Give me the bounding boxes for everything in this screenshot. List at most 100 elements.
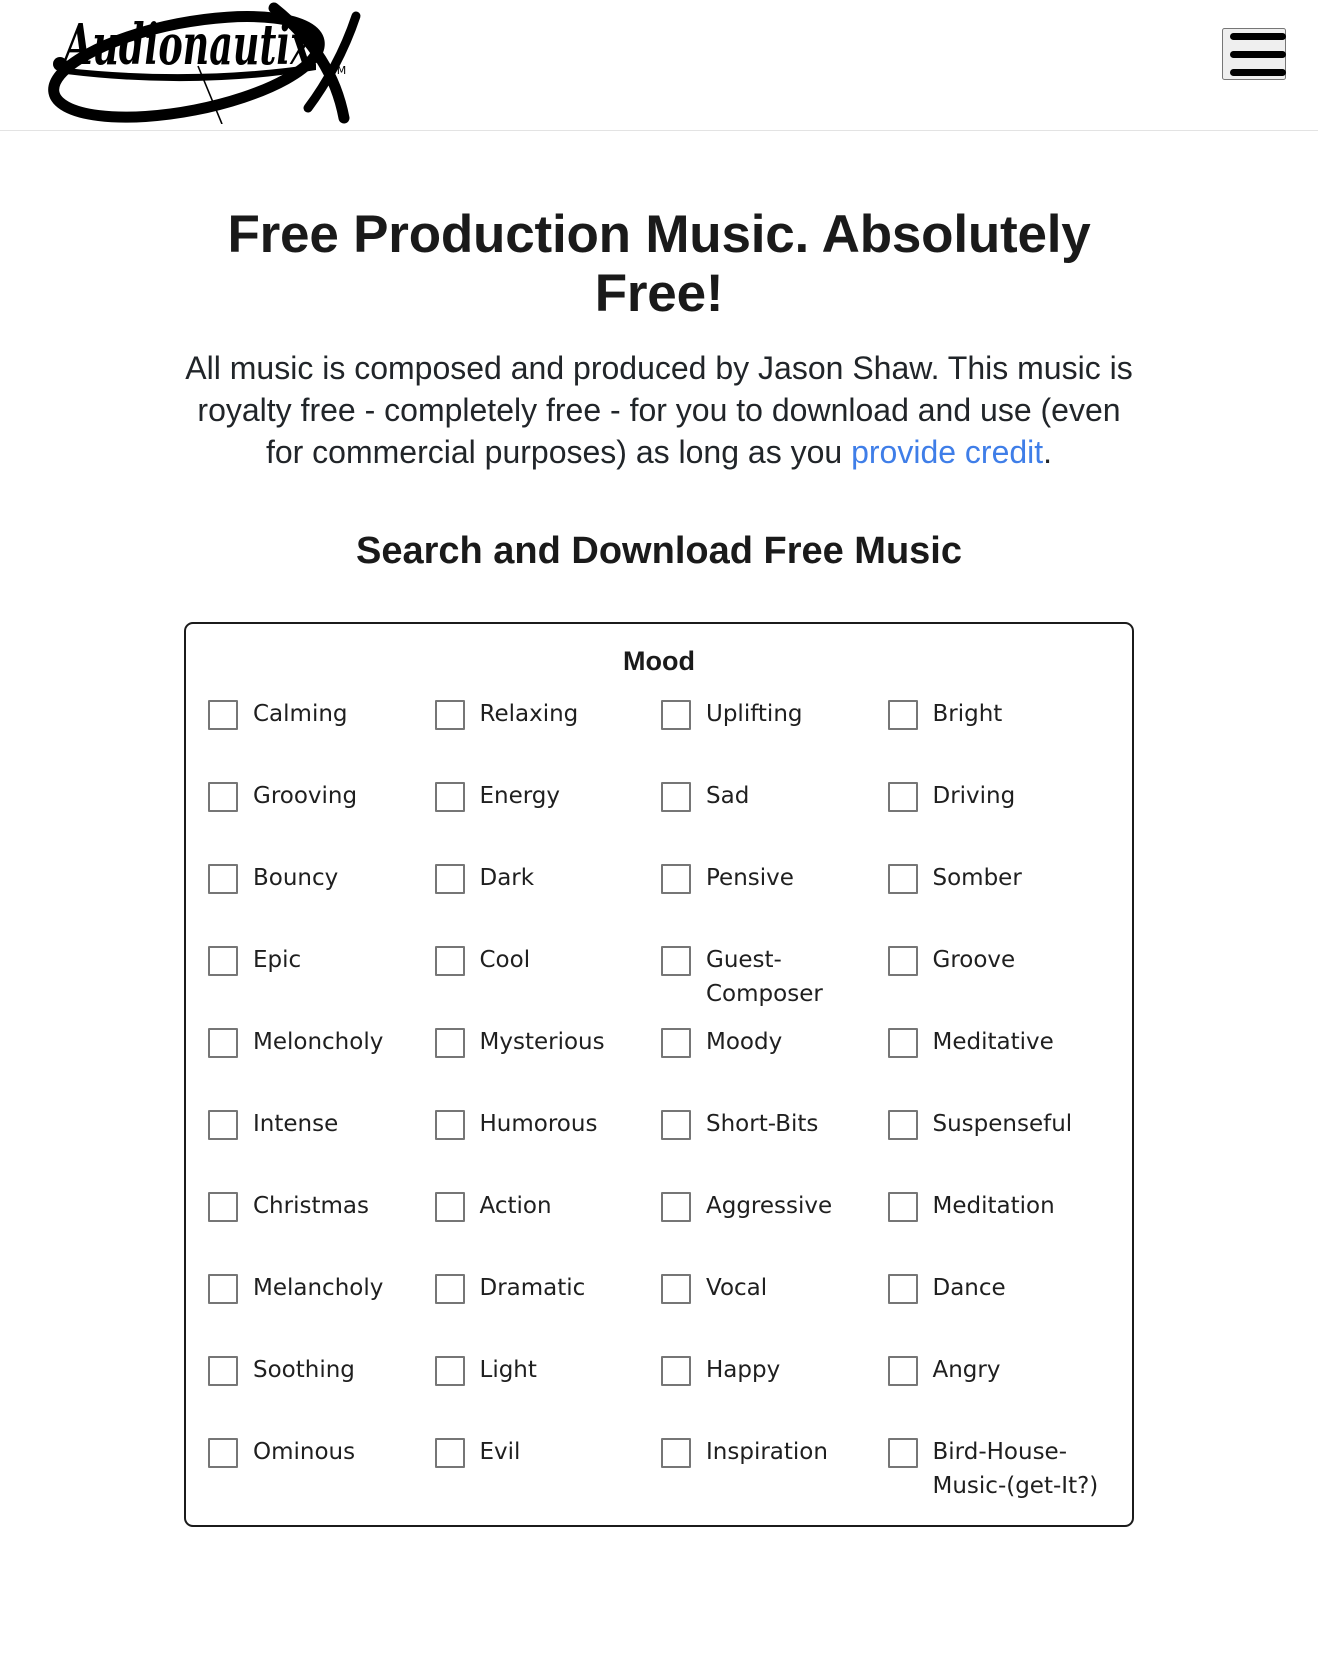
mood-checkbox-input[interactable]	[434, 1028, 465, 1059]
mood-checkbox-label: Evil	[479, 1439, 521, 1466]
mood-checkbox-input[interactable]	[208, 1356, 238, 1387]
mood-checkbox-input[interactable]	[661, 946, 691, 977]
mood-checkbox-item[interactable]: Light	[434, 1341, 662, 1423]
mood-checkbox-item[interactable]: Cool	[434, 931, 662, 1013]
mood-checkbox-item[interactable]: Sad	[661, 767, 888, 849]
mood-checkbox-label: Pensive	[706, 865, 794, 892]
mood-checkbox-input[interactable]	[208, 782, 238, 813]
hamburger-menu-icon[interactable]	[1222, 28, 1286, 80]
mood-checkbox-item[interactable]: Suspenseful	[887, 1095, 1115, 1177]
provide-credit-link[interactable]: provide credit	[851, 434, 1043, 470]
mood-checkbox-item[interactable]: Meditation	[887, 1177, 1115, 1259]
mood-checkbox-input[interactable]	[434, 1356, 465, 1387]
mood-checkbox-item[interactable]: Soothing	[208, 1341, 435, 1423]
mood-checkbox-item[interactable]: Aggressive	[661, 1177, 888, 1259]
mood-checkbox-input[interactable]	[661, 782, 691, 813]
mood-checkbox-input[interactable]	[887, 1110, 918, 1141]
mood-checkbox-item[interactable]: Meditative	[887, 1013, 1115, 1095]
mood-checkbox-item[interactable]: Bright	[887, 685, 1115, 767]
mood-checkbox-item[interactable]: Angry	[887, 1341, 1115, 1423]
site-header: Audionautix TM	[0, 0, 1318, 131]
mood-checkbox-input[interactable]	[208, 700, 238, 731]
mood-checkbox-item[interactable]: Christmas	[208, 1177, 435, 1259]
mood-checkbox-input[interactable]	[434, 782, 465, 813]
mood-checkbox-input[interactable]	[208, 1192, 238, 1223]
mood-checkbox-item[interactable]: Pensive	[661, 849, 888, 931]
audionautix-logo[interactable]: Audionautix TM	[26, 2, 376, 124]
mood-checkbox-item[interactable]: Groove	[887, 931, 1115, 1013]
mood-checkbox-item[interactable]: Dance	[887, 1259, 1115, 1341]
mood-checkbox-item[interactable]: Humorous	[434, 1095, 662, 1177]
mood-filter-group: Mood Calming Relaxing Uplifting Bright Groov…	[184, 622, 1134, 1528]
mood-checkbox-input[interactable]	[434, 1110, 465, 1141]
mood-checkbox-item[interactable]: Mysterious	[434, 1013, 662, 1095]
mood-checkbox-input[interactable]	[434, 1274, 465, 1305]
mood-checkbox-input[interactable]	[887, 782, 918, 813]
mood-checkbox-input[interactable]	[887, 1192, 918, 1223]
mood-checkbox-item[interactable]: Ominous	[208, 1423, 435, 1505]
mood-checkbox-label: Mysterious	[479, 1029, 605, 1056]
mood-checkbox-label: Suspenseful	[932, 1111, 1073, 1138]
mood-checkbox-input[interactable]	[661, 864, 691, 895]
search-section-title: Search and Download Free Music	[355, 530, 963, 573]
mood-checkbox-label: Short-Bits	[706, 1111, 819, 1138]
mood-checkbox-input[interactable]	[661, 700, 691, 731]
mood-checkbox-input[interactable]	[661, 1028, 691, 1059]
mood-checkbox-input[interactable]	[661, 1192, 691, 1223]
mood-checkbox-label: Melancholy	[253, 1275, 384, 1302]
mood-checkbox-item[interactable]: Evil	[434, 1423, 662, 1505]
mood-checkbox-item[interactable]: Uplifting	[661, 685, 888, 767]
mood-checkbox-input[interactable]	[208, 1438, 238, 1469]
mood-checkbox-input[interactable]	[887, 864, 918, 895]
mood-checkbox-input[interactable]	[208, 1028, 238, 1059]
mood-checkbox-item[interactable]: Calming	[208, 685, 435, 767]
mood-checkbox-input[interactable]	[434, 1438, 465, 1469]
mood-group-label: Mood	[623, 646, 695, 677]
mood-checkbox-item[interactable]: Epic	[208, 931, 435, 1013]
mood-checkbox-label: Relaxing	[479, 701, 579, 728]
mood-checkbox-label: Action	[479, 1193, 552, 1220]
mood-checkbox-label: Aggressive	[706, 1193, 833, 1220]
mood-checkbox-item[interactable]: Grooving	[208, 767, 435, 849]
mood-checkbox-item[interactable]: Meloncholy	[208, 1013, 435, 1095]
mood-checkbox-item[interactable]: Relaxing	[434, 685, 662, 767]
mood-checkbox-item[interactable]: Vocal	[661, 1259, 888, 1341]
mood-checkbox-label: Dance	[932, 1275, 1006, 1302]
mood-checkbox-input[interactable]	[434, 864, 465, 895]
mood-checkbox-input[interactable]	[434, 946, 465, 977]
mood-checkbox-input[interactable]	[661, 1438, 691, 1469]
mood-checkbox-item[interactable]: Short-Bits	[661, 1095, 888, 1177]
mood-checkbox-input[interactable]	[887, 946, 918, 977]
mood-checkbox-item[interactable]: Driving	[887, 767, 1115, 849]
audionautix-wordmark: Audionautix	[61, 12, 313, 78]
mood-checkbox-item[interactable]: Inspiration	[661, 1423, 888, 1505]
mood-checkbox-input[interactable]	[887, 1438, 918, 1469]
mood-checkbox-input[interactable]	[208, 864, 238, 895]
mood-checkbox-input[interactable]	[887, 1356, 918, 1387]
mood-checkbox-item[interactable]: Somber	[887, 849, 1115, 931]
mood-checkbox-item[interactable]: Energy	[434, 767, 662, 849]
mood-checkbox-item[interactable]: Moody	[661, 1013, 888, 1095]
mood-checkbox-item[interactable]: Guest-Composer	[661, 931, 888, 1013]
mood-checkbox-input[interactable]	[434, 1192, 465, 1223]
mood-checkbox-input[interactable]	[661, 1274, 691, 1305]
mood-checkbox-item[interactable]: Dark	[434, 849, 662, 931]
mood-checkbox-item[interactable]: Intense	[208, 1095, 435, 1177]
mood-checkbox-input[interactable]	[887, 700, 918, 731]
mood-checkbox-input[interactable]	[661, 1110, 691, 1141]
mood-checkbox-input[interactable]	[208, 1274, 238, 1305]
mood-checkbox-input[interactable]	[887, 1274, 918, 1305]
mood-checkbox-input[interactable]	[434, 700, 465, 731]
mood-checkbox-item[interactable]: Dramatic	[434, 1259, 662, 1341]
mood-checkbox-input[interactable]	[887, 1028, 918, 1059]
mood-checkbox-label: Uplifting	[706, 701, 803, 728]
mood-checkbox-item[interactable]: Happy	[661, 1341, 888, 1423]
mood-checkbox-item[interactable]: Bird-House-Music-(get-It?)	[887, 1423, 1115, 1505]
mood-checkbox-label: Bird-House-Music-(get-It?)	[932, 1439, 1099, 1500]
mood-checkbox-item[interactable]: Melancholy	[208, 1259, 435, 1341]
mood-checkbox-item[interactable]: Bouncy	[208, 849, 435, 931]
mood-checkbox-input[interactable]	[208, 1110, 238, 1141]
mood-checkbox-item[interactable]: Action	[434, 1177, 662, 1259]
mood-checkbox-input[interactable]	[661, 1356, 691, 1387]
mood-checkbox-input[interactable]	[208, 946, 238, 977]
